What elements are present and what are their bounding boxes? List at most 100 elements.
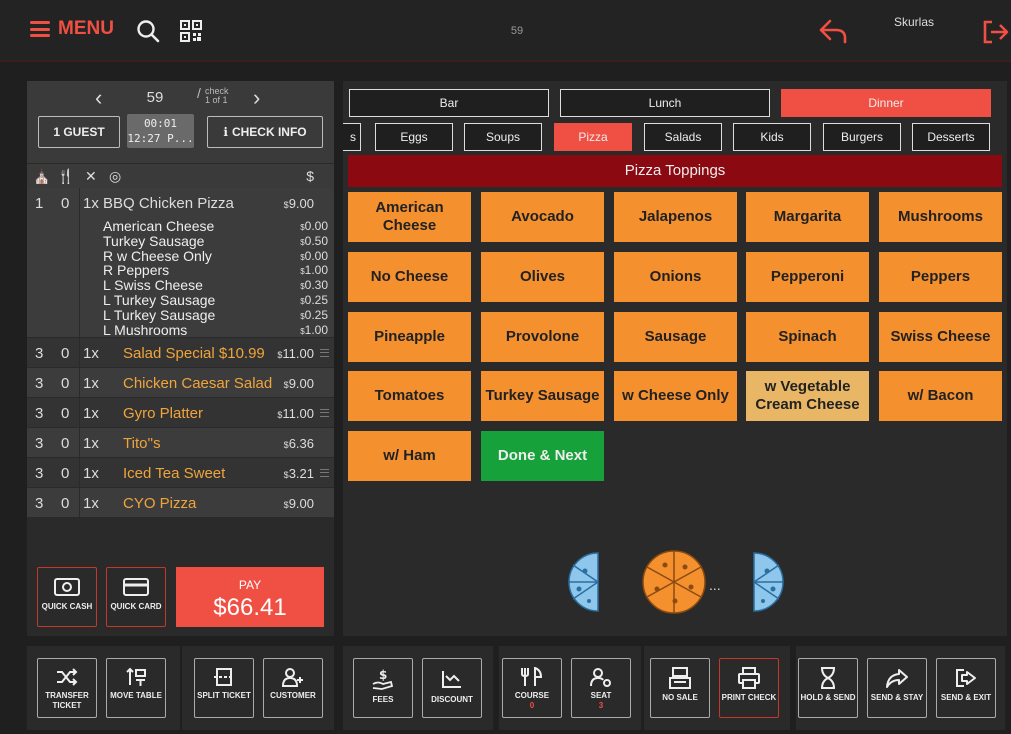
topping-turkey-sausage[interactable]: Turkey Sausage [481, 371, 604, 421]
drag-handle-icon[interactable] [320, 349, 329, 357]
customer-button[interactable]: CUSTOMER [263, 658, 323, 718]
category-pizza[interactable]: Pizza [554, 123, 632, 151]
topping-peppers[interactable]: Peppers [879, 252, 1002, 302]
pizza-whole-icon[interactable] [641, 549, 707, 615]
search-icon[interactable] [136, 19, 160, 43]
done-next-button[interactable]: Done & Next [481, 431, 604, 481]
topping-pepperoni[interactable]: Pepperoni [746, 252, 869, 302]
category-kids[interactable]: Kids [733, 123, 811, 151]
table-row[interactable]: 30 1x Salad Special $10.99 $11.00 [27, 338, 334, 368]
discount-button[interactable]: DISCOUNT [422, 658, 482, 718]
topping-tomatoes[interactable]: Tomatoes [348, 371, 471, 421]
topping-provolone[interactable]: Provolone [481, 312, 604, 362]
next-check-button[interactable]: › [253, 85, 260, 111]
category-desserts[interactable]: Desserts [912, 123, 990, 151]
seat-gear-icon [590, 668, 611, 687]
table-row[interactable]: 30 1x Iced Tea Sweet $3.21 [27, 458, 334, 488]
move-table-icon [126, 667, 146, 686]
pay-label: PAY [238, 578, 262, 592]
action-group-customer: SPLIT TICKET CUSTOMER [182, 646, 334, 730]
category-salads[interactable]: Salads [644, 123, 722, 151]
split-icon [214, 668, 234, 686]
topping-onions[interactable]: Onions [614, 252, 737, 302]
table-row[interactable]: 30 1x Chicken Caesar Salad $9.00 [27, 368, 334, 398]
pizza-right-half-icon[interactable] [751, 551, 787, 613]
category-eggs[interactable]: Eggs [375, 123, 453, 151]
table-row[interactable]: 1 0 1x BBQ Chicken Pizza $9.00 American … [27, 188, 334, 338]
fees-button[interactable]: $ FEES [353, 658, 413, 718]
modifier-group-title: Pizza Toppings [348, 155, 1002, 187]
hold-send-button[interactable]: HOLD & SEND [798, 658, 858, 718]
svg-text:$: $ [379, 668, 387, 682]
topping-mushrooms[interactable]: Mushrooms [879, 192, 1002, 242]
fork-knife-icon [521, 667, 543, 686]
split-ticket-button[interactable]: SPLIT TICKET [194, 658, 254, 718]
pay-button[interactable]: PAY $66.41 [176, 567, 324, 627]
qr-code-icon[interactable] [180, 20, 202, 42]
seat-value: 3 [598, 701, 604, 710]
topping-sausage[interactable]: Sausage [614, 312, 737, 362]
menu-panel: Bar Lunch Dinner s Eggs Soups Pizza Sala… [343, 81, 1007, 636]
fork-knife-icon: 🍴 [57, 168, 75, 184]
quick-cash-button[interactable]: QUICK CASH [37, 567, 97, 627]
tab-lunch[interactable]: Lunch [560, 89, 770, 117]
modifier-row: Turkey Sausage $0.50 [103, 232, 328, 249]
order-column-header: ⛪ 🍴 ✕ ◎ $ [27, 163, 334, 188]
fees-icon: $ [372, 668, 394, 690]
exit-arrow-icon [956, 669, 976, 687]
topping-olives[interactable]: Olives [481, 252, 604, 302]
hourglass-icon [821, 667, 835, 689]
topping-jalapenos[interactable]: Jalapenos [614, 192, 737, 242]
topping-american-cheese[interactable]: American Cheese [348, 192, 471, 242]
tab-dinner[interactable]: Dinner [781, 89, 991, 117]
check-info-button[interactable]: ℹ CHECK INFO [207, 116, 323, 148]
topping-w-vegetable-cream-cheese[interactable]: w Vegetable Cream Cheese [746, 371, 869, 421]
send-exit-button[interactable]: SEND & EXIT [936, 658, 996, 718]
pizza-more-ellipsis[interactable]: ... [709, 577, 721, 593]
category-burgers[interactable]: Burgers [823, 123, 901, 151]
topping-margarita[interactable]: Margarita [746, 192, 869, 242]
topping-avocado[interactable]: Avocado [481, 192, 604, 242]
seat-icon: ⛪ [33, 168, 51, 184]
menu-label: MENU [58, 18, 114, 39]
undo-icon[interactable] [818, 18, 848, 44]
seat-button[interactable]: SEAT 3 [571, 658, 631, 718]
guest-button[interactable]: 1 GUEST [38, 116, 120, 148]
prev-check-button[interactable]: ‹ [95, 85, 102, 111]
drag-handle-icon[interactable] [320, 409, 329, 417]
category-soups[interactable]: Soups [464, 123, 542, 151]
transfer-ticket-button[interactable]: TRANSFER TICKET [37, 658, 97, 718]
course-button[interactable]: COURSE 0 [502, 658, 562, 718]
category-partial[interactable]: s [343, 123, 361, 151]
move-table-button[interactable]: MOVE TABLE [106, 658, 166, 718]
modifier-list: American Cheese $0.00 Turkey Sausage $0.50… [103, 219, 328, 337]
topping-swiss-cheese[interactable]: Swiss Cheese [879, 312, 1002, 362]
top-check-number: 59 [510, 25, 524, 37]
topping-w-cheese-only[interactable]: w Cheese Only [614, 371, 737, 421]
quick-card-button[interactable]: QUICK CARD [106, 567, 166, 627]
item-name: CYO Pizza [123, 495, 197, 512]
shuffle-icon [57, 668, 78, 686]
logout-icon[interactable] [982, 20, 1010, 44]
pizza-left-half-icon[interactable] [565, 551, 601, 613]
drag-handle-icon[interactable] [320, 469, 329, 477]
print-check-button[interactable]: PRINT CHECK [719, 658, 779, 718]
action-group-fees: $ FEES DISCOUNT [343, 646, 493, 730]
send-stay-button[interactable]: SEND & STAY [867, 658, 927, 718]
menu-button[interactable]: MENU [30, 18, 114, 40]
topping-w-bacon[interactable]: w/ Bacon [879, 371, 1002, 421]
topping-pineapple[interactable]: Pineapple [348, 312, 471, 362]
printer-icon [738, 667, 760, 689]
no-sale-button[interactable]: NO SALE [650, 658, 710, 718]
tab-bar[interactable]: Bar [349, 89, 549, 117]
table-row[interactable]: 30 1x Tito''s $6.36 [27, 428, 334, 458]
topping-w-ham[interactable]: w/ Ham [348, 431, 471, 481]
topping-spinach[interactable]: Spinach [746, 312, 869, 362]
topping-no-cheese[interactable]: No Cheese [348, 252, 471, 302]
table-row[interactable]: 30 1x Gyro Platter $11.00 [27, 398, 334, 428]
modifier-row: L Swiss Cheese $0.30 [103, 277, 328, 294]
modifier-row: L Turkey Sausage $0.25 [103, 291, 328, 308]
ticket-header: ‹ 59 / check 1 of 1 › 1 GUEST 00:01 12:2… [27, 81, 334, 163]
item-name: Iced Tea Sweet [123, 465, 226, 482]
table-row[interactable]: 30 1x CYO Pizza $9.00 [27, 488, 334, 518]
